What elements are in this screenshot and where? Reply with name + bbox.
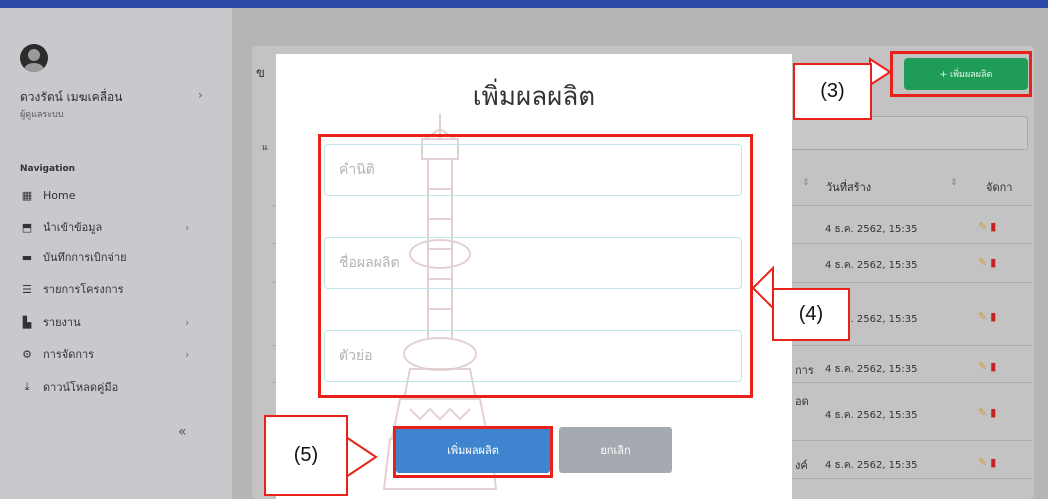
callout-4-arrow bbox=[751, 265, 774, 311]
callout-5: (5) bbox=[264, 415, 348, 496]
callout-3: (3) bbox=[793, 63, 872, 120]
callout-4: (4) bbox=[772, 288, 850, 341]
callout-3-arrow bbox=[869, 57, 892, 87]
callout-5-arrow bbox=[345, 435, 378, 479]
callout-arrows bbox=[345, 57, 892, 479]
